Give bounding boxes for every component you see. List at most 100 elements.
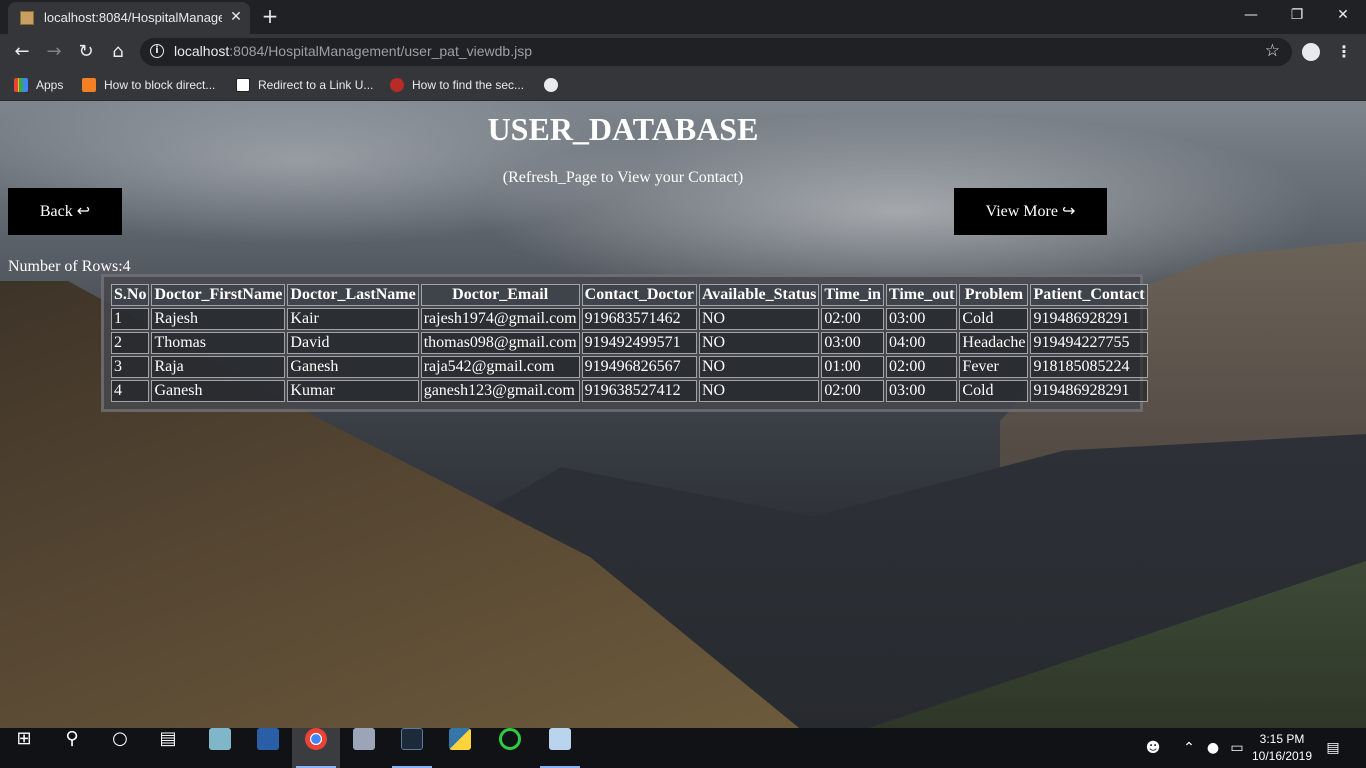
restore-button[interactable]: ❐ xyxy=(1274,2,1320,30)
cell-doctor-firstname: Thomas xyxy=(151,332,286,354)
cell-available-status: NO xyxy=(698,380,820,402)
cortana-icon[interactable]: ○ xyxy=(96,728,144,768)
bookmark-block-direct[interactable]: How to block direct... xyxy=(82,76,215,94)
taskbar-app-cube-icon[interactable] xyxy=(536,728,584,768)
cell-time-out: 03:00 xyxy=(885,380,958,402)
header-problem: Problem xyxy=(959,284,1029,306)
cell-time-in: 03:00 xyxy=(821,332,884,354)
cell-contact-doctor: 919496826567 xyxy=(581,356,697,378)
tray-chevron-up-icon[interactable]: ⌃ xyxy=(1178,728,1200,768)
header-time-in: Time_in xyxy=(821,284,884,306)
task-view-icon[interactable]: ▤ xyxy=(144,728,192,768)
cell-available-status: NO xyxy=(698,332,820,354)
cell-time-out: 03:00 xyxy=(885,308,958,330)
cell-time-out: 02:00 xyxy=(885,356,958,378)
browser-toolbar: ← → ↻ ⌂ i localhost:8084/HospitalManagem… xyxy=(0,34,1366,70)
cell-sno: 3 xyxy=(111,356,150,378)
taskbar-clock[interactable]: 3:15 PM 10/16/2019 xyxy=(1244,731,1320,765)
cell-doctor-firstname: Ganesh xyxy=(151,380,286,402)
people-icon[interactable]: ☻ xyxy=(1140,728,1166,768)
back-arrow-icon[interactable]: ← xyxy=(9,40,35,64)
bookmark-star-icon[interactable]: ☆ xyxy=(1265,41,1280,61)
cell-time-in: 02:00 xyxy=(821,380,884,402)
header-contact-doctor: Contact_Doctor xyxy=(581,284,697,306)
cell-time-out: 04:00 xyxy=(885,332,958,354)
bookmarks-bar: Apps How to block direct... Redirect to … xyxy=(0,70,1366,101)
close-window-button[interactable]: ✕ xyxy=(1320,2,1366,30)
clock-time: 3:15 PM xyxy=(1259,732,1305,746)
taskbar-app-virtualbox-icon[interactable] xyxy=(340,728,388,768)
tab-title: localhost:8084/HospitalManagem xyxy=(44,10,222,25)
taskbar-app-python-icon[interactable] xyxy=(436,728,484,768)
close-tab-icon[interactable]: ✕ xyxy=(226,7,246,27)
view-more-button[interactable]: View More ↪ xyxy=(954,188,1107,235)
apps-grid-icon xyxy=(14,78,28,92)
header-available-status: Available_Status xyxy=(698,284,820,306)
taskbar-app-devcpp-icon[interactable] xyxy=(244,728,292,768)
cell-contact-doctor: 919492499571 xyxy=(581,332,697,354)
url-text[interactable]: localhost:8084/HospitalManagement/user_p… xyxy=(174,43,532,59)
cell-doctor-lastname: Kair xyxy=(287,308,419,330)
cell-problem: Fever xyxy=(959,356,1029,378)
browser-tab-bar: localhost:8084/HospitalManagem ✕ + — ❐ ✕ xyxy=(0,0,1366,34)
search-icon[interactable]: ⚲ xyxy=(48,728,96,768)
wifi-icon[interactable]: ● xyxy=(1202,728,1224,768)
profile-avatar-icon[interactable] xyxy=(1302,43,1320,61)
cell-sno: 1 xyxy=(111,308,150,330)
cell-problem: Cold xyxy=(959,308,1029,330)
cell-doctor-lastname: Ganesh xyxy=(287,356,419,378)
cell-doctor-firstname: Rajesh xyxy=(151,308,286,330)
cell-doctor-email: ganesh123@gmail.com xyxy=(420,380,580,402)
tab-favicon-icon xyxy=(20,11,34,25)
new-tab-button[interactable]: + xyxy=(260,5,280,27)
cell-doctor-firstname: Raja xyxy=(151,356,286,378)
header-time-out: Time_out xyxy=(885,284,958,306)
page-viewport: USER_DATABASE (Refresh_Page to View your… xyxy=(0,101,1366,728)
reload-icon[interactable]: ↻ xyxy=(73,40,99,64)
forward-arrow-icon[interactable]: → xyxy=(41,40,67,64)
bookmark-globe[interactable] xyxy=(544,76,566,94)
notification-center-icon[interactable]: ▤ xyxy=(1320,728,1346,768)
stackoverflow-icon xyxy=(82,78,96,92)
cell-doctor-email: thomas098@gmail.com xyxy=(420,332,580,354)
quora-icon xyxy=(390,78,404,92)
taskbar-app-notes-icon[interactable] xyxy=(196,728,244,768)
info-icon[interactable]: i xyxy=(150,44,164,58)
table-header-row: S.No Doctor_FirstName Doctor_LastName Do… xyxy=(111,284,1148,306)
page-title: USER_DATABASE xyxy=(487,111,759,147)
taskbar-app-chrome-icon[interactable] xyxy=(292,728,340,768)
home-icon[interactable]: ⌂ xyxy=(105,40,131,64)
cell-contact-doctor: 919638527412 xyxy=(581,380,697,402)
bookmark-apps[interactable]: Apps xyxy=(14,76,63,94)
header-doctor-firstname: Doctor_FirstName xyxy=(151,284,286,306)
cell-sno: 4 xyxy=(111,380,150,402)
header-patient-contact: Patient_Contact xyxy=(1030,284,1148,306)
taskbar-app-refresh-icon[interactable] xyxy=(486,728,534,768)
minimize-button[interactable]: — xyxy=(1228,2,1274,30)
taskbar-app-mysql-icon[interactable] xyxy=(388,728,436,768)
chrome-menu-icon[interactable]: ⋮ xyxy=(1336,42,1352,62)
rows-count: Number of Rows:4 xyxy=(8,258,131,275)
cell-time-in: 01:00 xyxy=(821,356,884,378)
windows-taskbar: ⊞ ⚲ ○ ▤ ☻ ⌃ ● ▭ 3:15 PM 10/16/2019 ▤ xyxy=(0,728,1366,768)
bookmark-find-sec[interactable]: How to find the sec... xyxy=(390,76,524,94)
table-row: 2 Thomas David thomas098@gmail.com 91949… xyxy=(111,332,1148,354)
cell-patient-contact: 919486928291 xyxy=(1030,308,1148,330)
cell-doctor-email: rajesh1974@gmail.com xyxy=(420,308,580,330)
table-row: 3 Raja Ganesh raja542@gmail.com 91949682… xyxy=(111,356,1148,378)
bookmark-redirect-link[interactable]: Redirect to a Link U... xyxy=(236,76,373,94)
address-bar[interactable]: i localhost:8084/HospitalManagement/user… xyxy=(140,38,1292,66)
cell-doctor-lastname: Kumar xyxy=(287,380,419,402)
page-subtitle: (Refresh_Page to View your Contact) xyxy=(502,169,744,186)
codepen-icon xyxy=(236,78,250,92)
cell-available-status: NO xyxy=(698,356,820,378)
table-row: 4 Ganesh Kumar ganesh123@gmail.com 91963… xyxy=(111,380,1148,402)
cell-doctor-lastname: David xyxy=(287,332,419,354)
globe-icon xyxy=(544,78,558,92)
clock-date: 10/16/2019 xyxy=(1251,749,1313,763)
cell-doctor-email: raja542@gmail.com xyxy=(420,356,580,378)
cell-contact-doctor: 919683571462 xyxy=(581,308,697,330)
browser-tab[interactable]: localhost:8084/HospitalManagem ✕ xyxy=(8,2,250,34)
windows-start-icon[interactable]: ⊞ xyxy=(0,728,48,768)
back-button[interactable]: Back ↩ xyxy=(8,188,122,235)
